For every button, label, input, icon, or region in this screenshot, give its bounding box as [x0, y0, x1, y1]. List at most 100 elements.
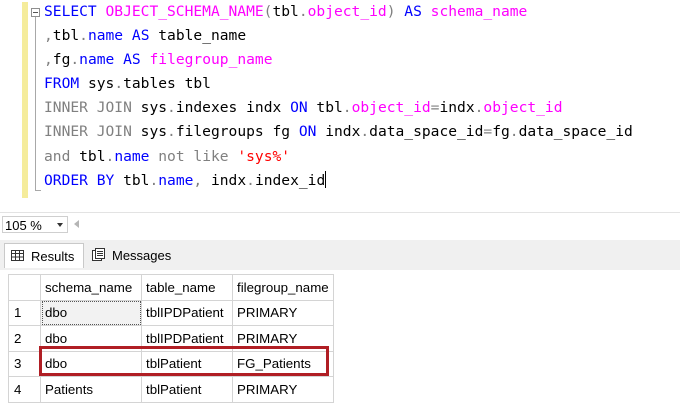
- code-line[interactable]: FROM sys.tables tbl: [44, 72, 633, 96]
- row-number[interactable]: 4: [8, 376, 41, 403]
- chevron-down-icon[interactable]: [57, 223, 63, 227]
- row-number[interactable]: 3: [8, 350, 41, 377]
- grid-cell[interactable]: PRIMARY: [232, 299, 334, 326]
- code-token: ): [386, 3, 396, 20]
- code-token: AS: [404, 3, 422, 20]
- code-token: 'sys%': [237, 147, 291, 165]
- scroll-left-arrow-icon[interactable]: [74, 220, 79, 228]
- collapse-minus-icon[interactable]: [31, 8, 40, 17]
- code-line[interactable]: and tbl.name not like 'sys%': [44, 145, 633, 169]
- code-token: name: [114, 147, 150, 165]
- tab-messages-label: Messages: [112, 248, 172, 263]
- code-token: sys: [79, 75, 115, 93]
- grid-icon: [11, 250, 24, 261]
- code-token: .: [342, 99, 352, 117]
- code-token: .: [509, 123, 519, 141]
- code-token: .: [167, 99, 176, 117]
- grid-cell[interactable]: tblPatient: [141, 376, 233, 403]
- code-line[interactable]: ORDER BY tbl.name, indx.index_id: [44, 169, 633, 193]
- code-token: .: [298, 3, 308, 20]
- table-row: 4 Patients tblPatient PRIMARY: [8, 376, 334, 403]
- query-editor[interactable]: SELECT OBJECT_SCHEMA_NAME(tbl.object_id)…: [0, 0, 680, 204]
- code-token: object_id: [307, 3, 387, 20]
- code-token: name: [158, 171, 194, 189]
- grid-cell[interactable]: tblIPDPatient: [141, 325, 233, 352]
- zoom-strip: 105 %: [0, 212, 680, 236]
- code-token: data_space_id: [518, 123, 633, 141]
- outline-end: [35, 190, 41, 191]
- zoom-value: 105 %: [5, 218, 42, 233]
- row-number[interactable]: 2: [8, 325, 41, 352]
- code-token: ORDER BY: [44, 171, 115, 189]
- code-token: ,: [44, 27, 53, 45]
- text-caret: [325, 170, 327, 188]
- code-token: .: [167, 123, 176, 141]
- sql-code[interactable]: SELECT OBJECT_SCHEMA_NAME(tbl.object_id)…: [44, 0, 633, 193]
- messages-icon: [92, 248, 105, 261]
- code-token: and: [44, 147, 71, 165]
- code-token: SELECT: [44, 3, 106, 20]
- code-token: INNER JOIN: [44, 123, 132, 141]
- change-tracking-bar: [22, 2, 28, 198]
- code-token: ,: [193, 171, 203, 189]
- code-token: filegroup_name: [149, 51, 273, 69]
- column-header-schema-name[interactable]: schema_name: [40, 274, 142, 301]
- code-token: object_id: [351, 99, 431, 117]
- code-token: object_id: [483, 99, 563, 117]
- grid-cell[interactable]: FG_Patients: [232, 350, 334, 377]
- column-header-table-name[interactable]: table_name: [141, 274, 233, 301]
- code-token: FROM: [44, 75, 80, 93]
- table-row: 3 dbo tblPatient FG_Patients: [8, 350, 334, 377]
- grid-cell[interactable]: PRIMARY: [232, 325, 334, 352]
- table-row: 2 dbo tblIPDPatient PRIMARY: [8, 325, 334, 352]
- table-row: 1 dbo tblIPDPatient PRIMARY: [8, 299, 334, 326]
- code-token: .: [70, 51, 80, 69]
- results-grid-area: schema_name table_name filegroup_name 1 …: [0, 270, 680, 409]
- code-token: AS: [131, 27, 150, 45]
- grid-cell[interactable]: dbo: [40, 325, 142, 352]
- code-token: .: [114, 75, 124, 93]
- code-line[interactable]: ,tbl.name AS table_name: [44, 24, 633, 48]
- grid-cell[interactable]: tblIPDPatient: [141, 299, 233, 326]
- code-token: ON: [290, 99, 308, 117]
- column-header-filegroup-name[interactable]: filegroup_name: [232, 274, 334, 301]
- code-line[interactable]: ,fg.name AS filegroup_name: [44, 48, 633, 72]
- code-token: indx: [202, 171, 247, 189]
- code-token: .: [79, 27, 88, 45]
- code-token: sys: [131, 123, 168, 141]
- results-tab-bar: Results Messages: [0, 240, 680, 270]
- code-token: data_space_id: [369, 123, 484, 141]
- code-token: indexes indx: [175, 99, 291, 117]
- grid-header-row: schema_name table_name filegroup_name: [8, 274, 334, 301]
- code-token: index_id: [254, 171, 326, 189]
- grid-cell[interactable]: Patients: [40, 376, 142, 403]
- grid-corner[interactable]: [8, 274, 41, 301]
- code-token: fg: [52, 51, 71, 69]
- code-token: .: [246, 171, 255, 189]
- grid-cell[interactable]: PRIMARY: [232, 376, 334, 403]
- code-line[interactable]: INNER JOIN sys.filegroups fg ON indx.dat…: [44, 120, 633, 144]
- grid-cell[interactable]: dbo: [40, 299, 142, 326]
- tab-results[interactable]: Results: [4, 243, 84, 268]
- code-token: name: [87, 27, 124, 45]
- grid-cell[interactable]: dbo: [40, 350, 142, 377]
- code-token: tbl: [272, 3, 299, 20]
- code-token: tbl: [70, 147, 106, 165]
- code-line[interactable]: SELECT OBJECT_SCHEMA_NAME(tbl.object_id)…: [44, 0, 633, 24]
- code-token: not like: [158, 147, 229, 165]
- results-grid: schema_name table_name filegroup_name 1 …: [8, 274, 334, 403]
- code-token: indx: [316, 123, 361, 141]
- tab-results-label: Results: [31, 249, 75, 264]
- code-token: sys: [131, 99, 168, 117]
- code-token: .: [105, 147, 115, 165]
- code-token: ON: [298, 123, 317, 141]
- code-token: tables tbl: [123, 75, 211, 93]
- code-line[interactable]: INNER JOIN sys.indexes indx ON tbl.objec…: [44, 96, 633, 120]
- row-number[interactable]: 1: [8, 299, 41, 326]
- tab-messages[interactable]: Messages: [86, 243, 172, 268]
- grid-cell[interactable]: tblPatient: [141, 350, 233, 377]
- code-token: tbl: [52, 27, 80, 45]
- code-token: ,: [44, 51, 53, 69]
- code-token: tbl: [307, 99, 343, 117]
